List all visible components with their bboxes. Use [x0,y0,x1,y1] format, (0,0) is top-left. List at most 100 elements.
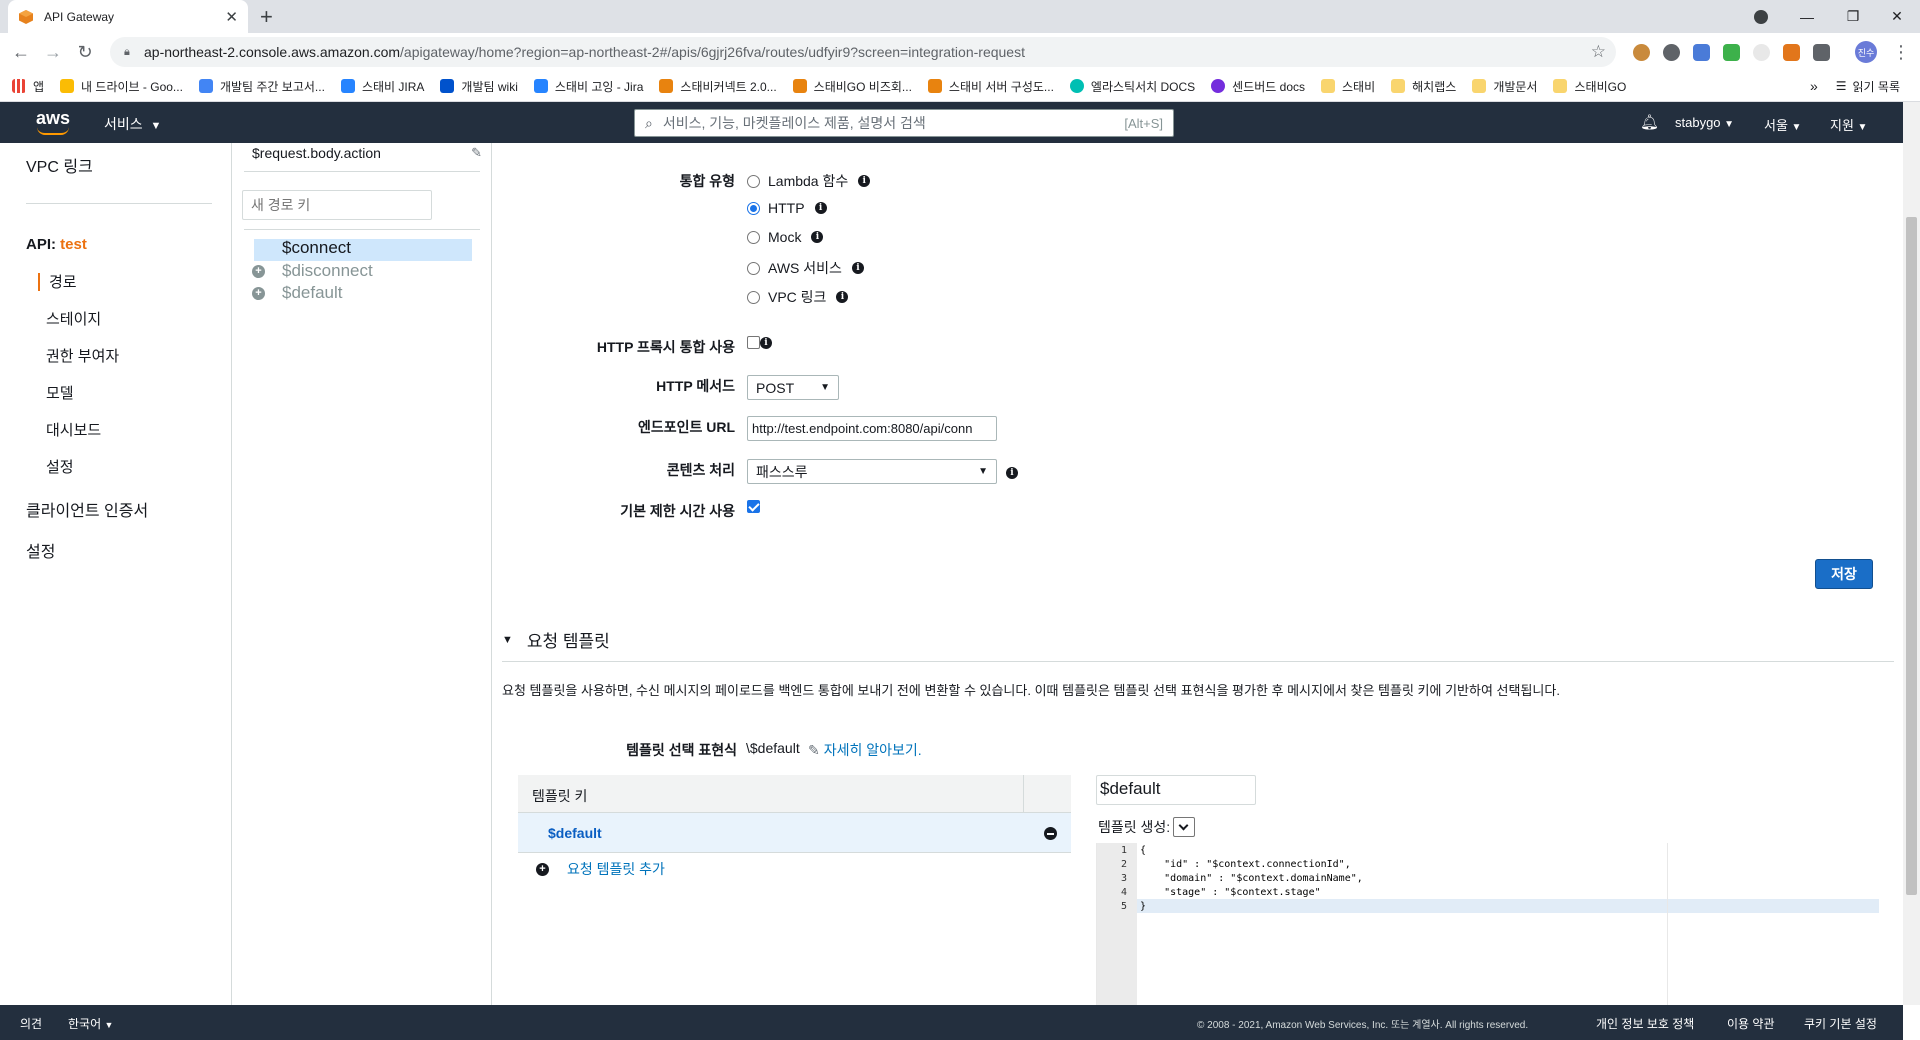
aws-search-input[interactable]: ⌕ 서비스, 기능, 마켓플레이스 제품, 설명서 검색 [Alt+S] [634,109,1174,137]
notifications-bell-icon[interactable]: 🔔︎ [1640,113,1659,131]
radio-button[interactable] [747,174,760,188]
bookmark-item[interactable]: 스태비 고잉 - Jira [533,78,643,95]
bookmarks-overflow-icon[interactable]: » [1810,78,1818,94]
radio-http[interactable]: HTTP i [747,200,827,216]
bookmark-item[interactable]: 내 드라이브 - Goo... [60,78,183,95]
translate-extension-icon[interactable] [1693,44,1710,61]
browser-tab[interactable]: API Gateway ✕ [8,0,248,33]
tv-extension-icon[interactable] [1723,44,1740,61]
sidebar-item-settings[interactable]: 설정 [26,538,55,562]
sidebar-item-dashboard[interactable]: 대시보드 [46,419,101,440]
info-icon[interactable]: i [1006,467,1018,479]
chrome-menu-icon[interactable]: ⋮ [1892,42,1910,63]
expand-plus-icon[interactable]: + [252,287,265,300]
bookmark-item[interactable]: 스태비 JIRA [340,78,424,95]
radio-vpc-link[interactable]: VPC 링크 i [747,287,849,307]
reload-icon[interactable]: ↻ [74,41,96,63]
bookmark-folder[interactable]: 해치랩스 [1391,78,1456,95]
back-arrow-icon[interactable]: ← [10,41,32,63]
services-menu[interactable]: 서비스 ▼ [104,114,161,134]
info-icon[interactable]: i [851,262,864,274]
radio-button-selected[interactable] [747,201,760,215]
radio-mock[interactable]: Mock i [747,229,824,245]
reading-list-icon[interactable]: ☰ [1836,79,1847,93]
bookmark-item[interactable]: 센드버드 docs [1211,78,1305,95]
sidebar-item-routes[interactable]: 경로 [49,271,77,292]
language-menu[interactable]: 한국어 ▼ [68,1015,113,1032]
account-menu[interactable]: stabygo ▼ [1675,115,1734,130]
sidebar-item-client-certificates[interactable]: 클라이언트 인증서 [26,497,148,521]
sidebar-item-api-settings[interactable]: 설정 [46,456,74,477]
profile-menu-icon[interactable] [1738,0,1784,33]
generate-template-select[interactable] [1173,817,1196,837]
close-window-icon[interactable]: ✕ [1874,0,1920,33]
template-key[interactable]: $default [548,825,602,841]
bookmark-star-icon[interactable]: ☆ [1591,42,1606,62]
extension-icon[interactable] [1663,44,1680,61]
minimize-window-icon[interactable]: — [1784,0,1830,33]
support-menu[interactable]: 지원 ▼ [1830,115,1867,134]
new-route-key-input[interactable] [242,190,432,220]
info-icon[interactable]: i [814,202,827,214]
edit-pencil-icon[interactable]: ✎ [471,145,482,161]
page-scrollbar[interactable] [1903,102,1920,1005]
bookmark-item[interactable]: 스태비GO 비즈회... [792,78,912,95]
bookmark-item[interactable]: 스태비 서버 구성도... [927,78,1054,95]
sidebar-item-vpc-link[interactable]: VPC 링크 [26,153,93,177]
http-proxy-checkbox[interactable] [747,336,760,349]
feedback-link[interactable]: 의견 [20,1015,42,1032]
terms-link[interactable]: 이용 약관 [1727,1015,1775,1032]
endpoint-url-input[interactable]: http://test.endpoint.com:8080/api/conn [747,416,997,441]
new-tab-icon[interactable]: + [260,4,273,30]
sidebar-item-stages[interactable]: 스테이지 [46,308,101,329]
forward-arrow-icon[interactable]: → [42,41,64,63]
add-request-template-button[interactable]: + 요청 템플릿 추가 [536,859,665,879]
aws-logo[interactable]: aws [36,108,70,135]
metamask-extension-icon[interactable] [1783,44,1800,61]
bookmark-item[interactable]: 엘라스틱서치 DOCS [1069,78,1195,95]
remove-minus-icon[interactable] [1044,827,1057,840]
bookmark-item[interactable]: 개발팀 wiki [440,78,518,95]
cookie-preferences-link[interactable]: 쿠키 기본 설정 [1804,1015,1877,1032]
bookmark-folder[interactable]: 개발문서 [1472,78,1537,95]
cookie-extension-icon[interactable] [1633,44,1650,61]
bookmark-apps[interactable]: 앱 [12,78,44,95]
info-icon[interactable]: i [760,337,772,349]
template-code-editor[interactable]: 1 2 3 4 5 { "id" : "$context.connectionI… [1096,843,1879,1005]
sidebar-item-authorizers[interactable]: 권한 부여자 [46,345,119,366]
info-icon[interactable]: i [858,175,871,187]
route-connect[interactable]: $connect [282,238,351,258]
route-disconnect[interactable]: $disconnect [282,261,373,281]
bookmark-item[interactable]: 스태비커넥트 2.0... [659,78,777,95]
template-key-input[interactable]: $default [1096,775,1256,805]
learn-more-link[interactable]: ✎ 자세히 알아보기. [808,740,922,760]
sidebar-item-models[interactable]: 모델 [46,382,74,403]
http-method-select[interactable]: POST ▼ [747,375,839,400]
close-tab-icon[interactable]: ✕ [225,8,238,26]
radio-button[interactable] [747,290,760,304]
expand-plus-icon[interactable]: + [252,265,265,278]
request-templates-header[interactable]: ▼ 요청 템플릿 [502,627,610,652]
info-icon[interactable]: i [836,291,849,303]
privacy-link[interactable]: 개인 정보 보호 정책 [1596,1015,1694,1032]
region-menu[interactable]: 서울 ▼ [1764,115,1801,134]
radio-lambda[interactable]: Lambda 함수 i [747,171,871,191]
bookmark-folder[interactable]: 스태비GO [1553,78,1626,95]
info-icon[interactable]: i [811,231,824,243]
edit-pencil-icon[interactable]: ✎ [808,742,820,758]
radio-button[interactable] [747,230,760,244]
content-handling-select[interactable]: 패스스루 ▼ [747,459,997,484]
scrollbar-thumb[interactable] [1906,217,1917,895]
radio-button[interactable] [747,261,760,275]
clock-extension-icon[interactable] [1753,44,1770,61]
radio-aws-service[interactable]: AWS 서비스 i [747,258,864,278]
restore-window-icon[interactable]: ❐ [1830,0,1876,33]
bookmark-item[interactable]: 개발팀 주간 보고서... [198,78,325,95]
puzzle-extensions-icon[interactable] [1813,44,1830,61]
reading-list-label[interactable]: 읽기 목록 [1853,78,1901,95]
profile-avatar[interactable]: 진수 [1855,41,1877,63]
url-field[interactable]: 🔒︎ ap-northeast-2.console.aws.amazon.com… [110,37,1616,67]
default-timeout-checkbox[interactable] [747,500,760,513]
save-button[interactable]: 저장 [1815,559,1873,589]
bookmark-folder[interactable]: 스태비 [1321,78,1375,95]
